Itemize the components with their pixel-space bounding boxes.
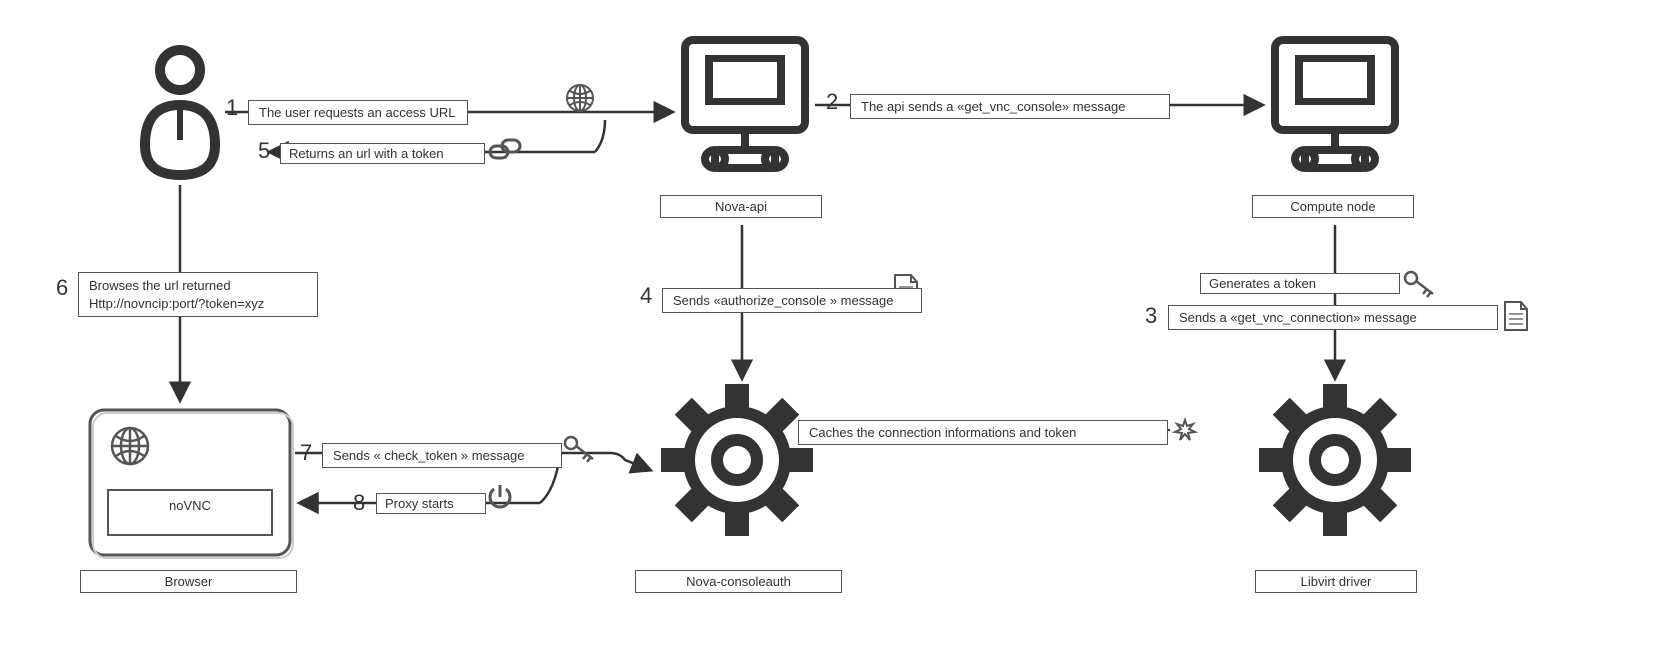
node-nova-api: Nova-api — [660, 195, 822, 218]
step-2-num: 2 — [826, 89, 838, 115]
step-2-text: The api sends a «get_vnc_console» messag… — [850, 94, 1170, 119]
link-icon — [490, 140, 520, 158]
globe-icon — [567, 85, 593, 111]
document-icon — [1505, 302, 1527, 330]
node-consoleauth: Nova-consoleauth — [635, 570, 842, 593]
novnc-label: noVNC — [120, 498, 260, 513]
step-6-l1: Browses the url returned — [89, 278, 231, 293]
star-icon — [1175, 420, 1195, 440]
step-7-text: Sends « check_token » message — [322, 443, 562, 468]
step-6-num: 6 — [56, 275, 68, 301]
computer-icon — [1275, 40, 1395, 168]
user-icon — [145, 50, 215, 175]
gear-icon — [661, 384, 813, 536]
node-browser: Browser — [80, 570, 297, 593]
step-4-num: 4 — [640, 283, 652, 309]
node-compute: Compute node — [1252, 195, 1414, 218]
step-1-text: The user requests an access URL — [248, 100, 468, 125]
gear-icon — [1259, 384, 1411, 536]
step-6-text: Browses the url returned Http://novncip:… — [78, 272, 318, 317]
step-3-text: Sends a «get_vnc_connection» message — [1168, 305, 1498, 330]
step-3-num: 3 — [1145, 303, 1157, 329]
step-3-top-text: Generates a token — [1200, 273, 1400, 294]
step-8-num: 8 — [353, 490, 365, 516]
step-1-num: 1 — [226, 95, 238, 121]
step-8-text: Proxy starts — [376, 493, 486, 514]
key-icon — [565, 437, 593, 462]
key-icon — [1405, 272, 1433, 297]
step-5-num: 5 — [258, 138, 270, 164]
step-7-num: 7 — [300, 440, 312, 466]
cache-text: Caches the connection informations and t… — [798, 420, 1168, 445]
browser-window-icon — [90, 410, 293, 558]
step-4-text: Sends «authorize_console » message — [662, 288, 922, 313]
computer-icon — [685, 40, 805, 168]
step-6-l2: Http://novncip:port/?token=xyz — [89, 296, 264, 311]
node-libvirt: Libvirt driver — [1255, 570, 1417, 593]
step-5-text: Returns an url with a token — [280, 143, 485, 164]
